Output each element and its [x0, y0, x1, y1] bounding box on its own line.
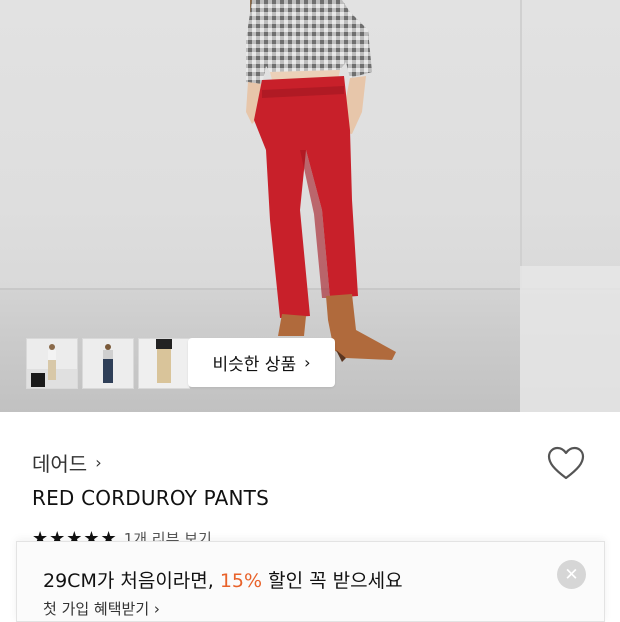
similar-products-label: 비슷한 상품	[212, 355, 297, 375]
thumbnail-1[interactable]	[26, 338, 78, 389]
product-title: RED CORDUROY PANTS	[32, 486, 269, 510]
signup-benefit-label: 첫 가입 혜택받기	[43, 600, 150, 618]
promo-banner: 29CM가 처음이라면, 15% 할인 꼭 받으세요 첫 가입 혜택받기 › ✕	[16, 541, 605, 622]
chevron-right-icon: ›	[95, 453, 102, 472]
brand-link[interactable]: 데어드 ›	[32, 448, 102, 477]
similar-products-button[interactable]: 비슷한 상품 ›	[188, 338, 335, 387]
thumbnail-strip	[26, 338, 190, 389]
heart-outline-icon[interactable]	[546, 444, 586, 484]
thumbnail-2[interactable]	[82, 338, 134, 389]
signup-benefit-link[interactable]: 첫 가입 혜택받기 ›	[43, 598, 160, 619]
product-photo[interactable]: 비슷한 상품 ›	[0, 0, 620, 412]
promo-discount-percent: 15%	[219, 570, 263, 592]
chevron-right-icon: ›	[153, 600, 160, 618]
thumbnail-3[interactable]	[138, 338, 190, 389]
brand-name: 데어드	[32, 452, 88, 476]
promo-title-suffix: 할인 꼭 받으세요	[262, 570, 403, 592]
promo-title-prefix: 29CM가 처음이라면,	[43, 570, 220, 592]
promo-title: 29CM가 처음이라면, 15% 할인 꼭 받으세요	[43, 566, 403, 593]
close-icon[interactable]: ✕	[557, 560, 586, 589]
chevron-right-icon: ›	[304, 353, 311, 372]
